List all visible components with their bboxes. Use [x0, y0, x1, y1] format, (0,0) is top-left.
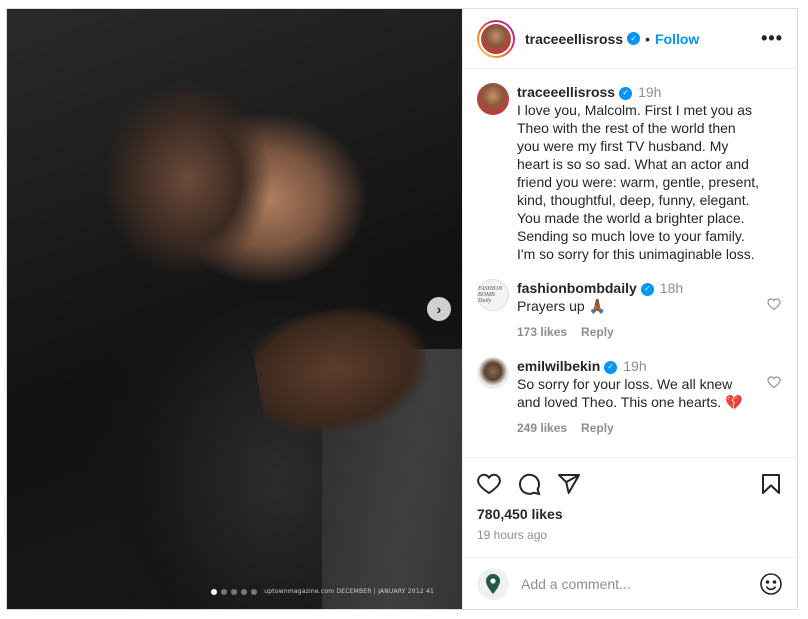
carousel-dot [241, 589, 247, 595]
next-slide-button[interactable]: › [427, 297, 451, 321]
comment-likes[interactable]: 249 likes [517, 421, 567, 435]
more-options-icon[interactable]: ••• [761, 28, 783, 49]
location-pin-icon[interactable] [477, 567, 509, 600]
comment-time: 19h [623, 358, 647, 374]
heart-icon[interactable] [767, 375, 781, 389]
carousel-dot [221, 589, 227, 595]
share-icon[interactable] [557, 472, 581, 496]
caption-text: I love you, Malcolm. First I met you as … [517, 102, 760, 262]
reply-button[interactable]: Reply [581, 421, 614, 435]
emoji-icon[interactable] [759, 572, 783, 596]
comment-composer: Add a comment... [463, 557, 797, 609]
verified-badge-icon: ✓ [627, 32, 641, 45]
post-media[interactable]: uptownmagazine.com DECEMBER | JANUARY 20… [7, 9, 462, 609]
comment-item: FASHION BOMB Daily fashionbombdaily ✓ 18h … [477, 279, 783, 341]
caption-time: 19h [638, 84, 662, 100]
comment-username[interactable]: fashionbombdaily [517, 280, 637, 296]
caption: traceeellisross ✓ 19h I love you, Malcolm.… [477, 83, 783, 263]
comment-time: 18h [659, 280, 684, 296]
verified-badge-icon: ✓ [640, 282, 654, 296]
verified-badge-icon: ✓ [604, 360, 618, 374]
like-heart-icon[interactable] [477, 472, 501, 496]
fb-avatar-text: FASHION BOMB Daily [478, 286, 503, 304]
avatar[interactable] [477, 83, 509, 115]
carousel-dot [231, 589, 237, 595]
author-avatar[interactable] [477, 19, 515, 58]
carousel-indicator [211, 589, 257, 595]
comment-text: So sorry for your loss. We all knew and … [517, 376, 743, 410]
like-count[interactable]: 780,450 likes [477, 506, 783, 522]
magazine-footer-text: uptownmagazine.com DECEMBER | JANUARY 20… [264, 588, 434, 595]
comments-list[interactable]: traceeellisross ✓ 19h I love you, Malcolm.… [463, 69, 797, 457]
comment-text: Prayers up 🙏🏾 [517, 298, 607, 314]
follow-button[interactable]: Follow [655, 31, 699, 47]
avatar [481, 23, 511, 54]
reply-button[interactable]: Reply [581, 325, 614, 339]
comment-icon[interactable] [517, 472, 541, 496]
save-bookmark-icon[interactable] [759, 472, 783, 496]
carousel-dot [251, 589, 257, 595]
post-timestamp: 19 hours ago [477, 528, 548, 542]
post-dialog: uptownmagazine.com DECEMBER | JANUARY 20… [6, 8, 798, 610]
comment-likes[interactable]: 173 likes [517, 325, 567, 339]
post-side-panel: traceeellisross ✓ • Follow ••• traceeell… [462, 9, 797, 609]
carousel-dot [211, 589, 217, 595]
comment-input[interactable]: Add a comment... [521, 576, 759, 592]
caption-username[interactable]: traceeellisross [517, 84, 615, 100]
avatar[interactable] [477, 357, 509, 389]
avatar[interactable]: FASHION BOMB Daily [477, 279, 509, 311]
chevron-right-icon: › [436, 301, 442, 317]
comment-item: emilwilbekin ✓ 19h So sorry for your loss.… [477, 357, 783, 437]
post-header: traceeellisross ✓ • Follow ••• [463, 9, 797, 69]
post-actions: 780,450 likes 19 hours ago [463, 457, 797, 557]
comment-username[interactable]: emilwilbekin [517, 358, 600, 374]
heart-icon[interactable] [767, 297, 781, 311]
separator: • [645, 30, 650, 47]
verified-badge-icon: ✓ [619, 86, 633, 100]
author-username[interactable]: traceeellisross [525, 31, 623, 47]
